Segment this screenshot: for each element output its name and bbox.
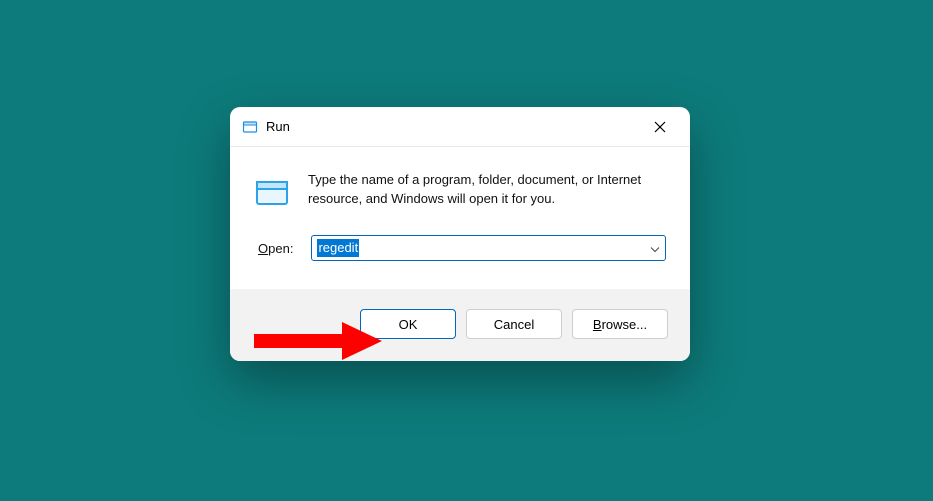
run-app-icon bbox=[242, 119, 258, 135]
dialog-footer: OK Cancel Browse... bbox=[230, 289, 690, 361]
titlebar: Run bbox=[230, 107, 690, 147]
close-icon bbox=[654, 121, 666, 133]
dialog-body: Type the name of a program, folder, docu… bbox=[230, 147, 690, 289]
close-button[interactable] bbox=[638, 112, 682, 142]
open-label: Open: bbox=[258, 241, 293, 256]
browse-button[interactable]: Browse... bbox=[572, 309, 668, 339]
ok-button[interactable]: OK bbox=[360, 309, 456, 339]
dialog-title: Run bbox=[266, 119, 638, 134]
run-large-icon bbox=[254, 175, 290, 211]
cancel-button[interactable]: Cancel bbox=[466, 309, 562, 339]
dialog-description: Type the name of a program, folder, docu… bbox=[308, 171, 666, 209]
open-combobox[interactable]: regedit bbox=[311, 235, 666, 261]
open-input[interactable] bbox=[311, 235, 666, 261]
run-dialog: Run Type the name of a program, folder, … bbox=[230, 107, 690, 361]
